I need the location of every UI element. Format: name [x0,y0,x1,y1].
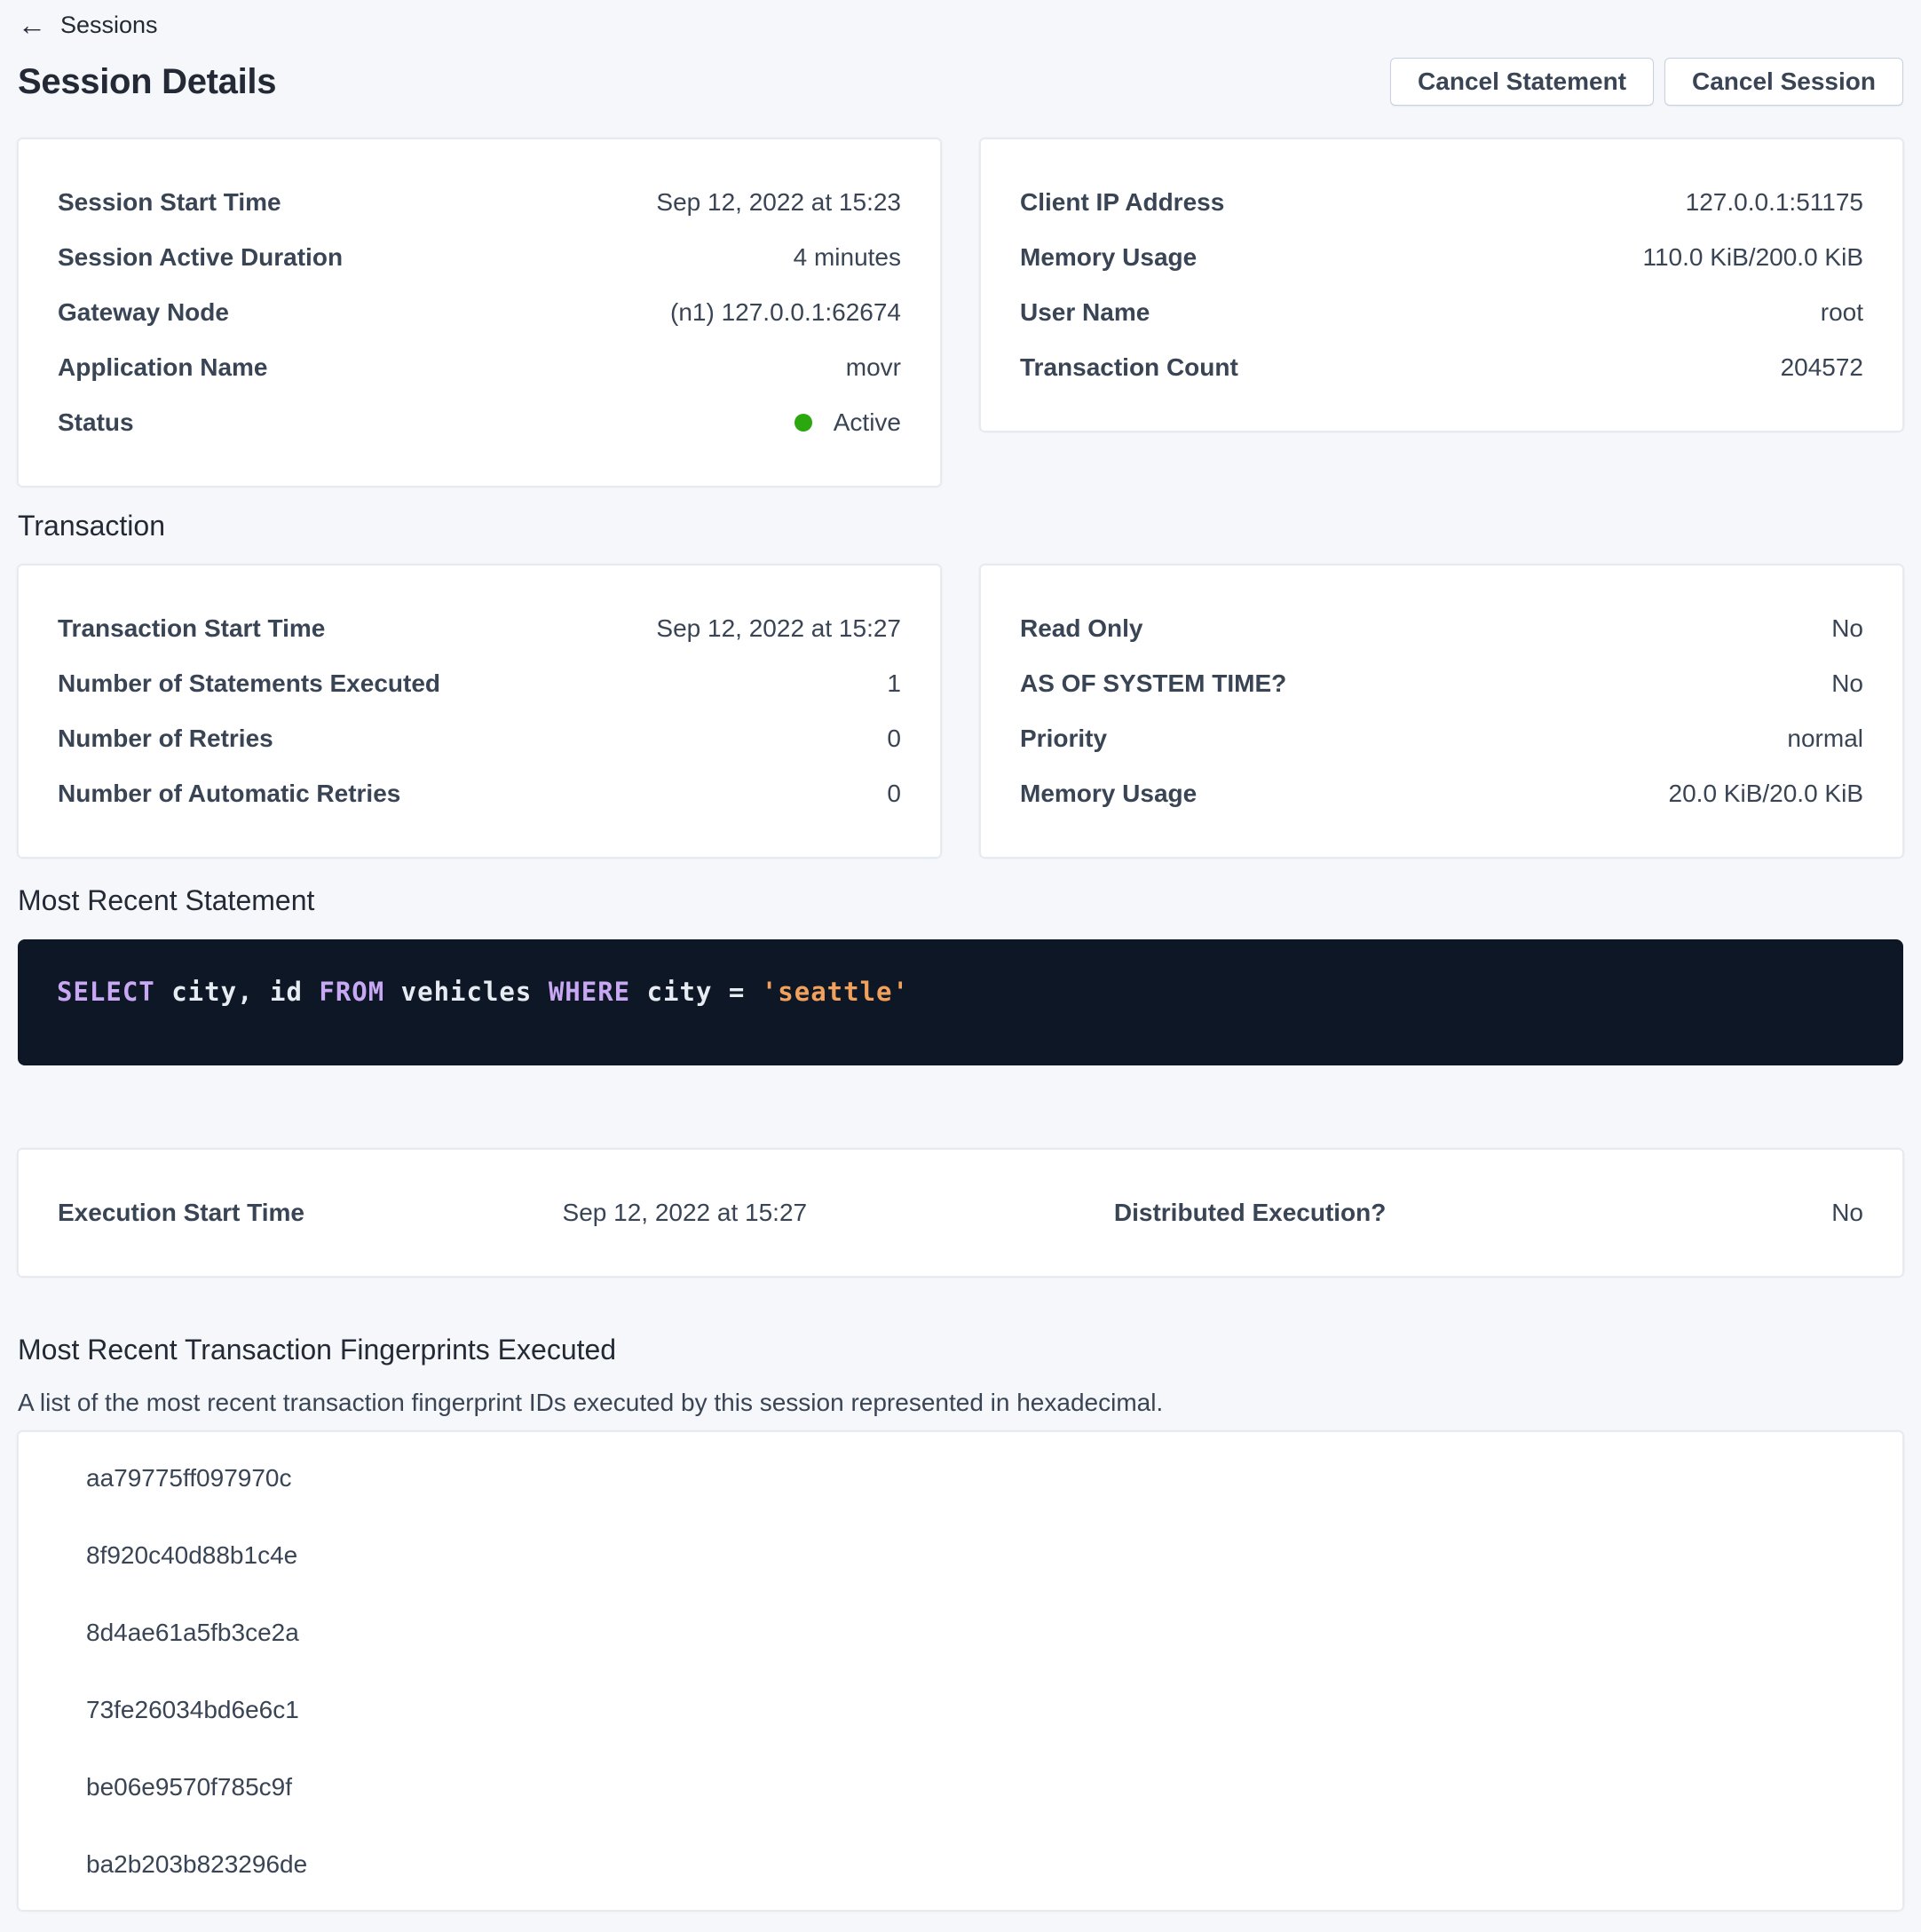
field-label: Status [58,408,134,437]
transaction-info-card-right: Read Only No AS OF SYSTEM TIME? No Prior… [980,565,1903,858]
field-label: Gateway Node [58,298,229,327]
fingerprint-item: ba2b203b823296de [19,1825,1902,1903]
txn-memory-usage-row: Memory Usage 20.0 KiB/20.0 KiB [1020,766,1863,821]
sql-statement-box: SELECT city, id FROM vehicles WHERE city… [18,939,1903,1065]
session-info-card-left: Session Start Time Sep 12, 2022 at 15:23… [18,139,941,487]
sql-string-literal: 'seattle' [762,977,909,1007]
fingerprint-item: aa79775ff097970c [19,1439,1902,1516]
field-label: Memory Usage [1020,780,1197,808]
page-title: Session Details [18,62,276,102]
field-label: Session Active Duration [58,243,343,272]
cancel-session-button[interactable]: Cancel Session [1664,58,1903,106]
field-value: 0 [887,780,901,808]
transaction-summary-row: Transaction Start Time Sep 12, 2022 at 1… [18,565,1903,858]
breadcrumb-back-sessions[interactable]: ← Sessions [18,0,158,41]
session-active-duration-row: Session Active Duration 4 minutes [58,230,901,285]
transaction-count-row: Transaction Count 204572 [1020,340,1863,395]
fingerprint-item: 8d4ae61a5fb3ce2a [19,1594,1902,1671]
header-actions: Cancel Statement Cancel Session [1390,58,1903,106]
fingerprints-card: aa79775ff097970c 8f920c40d88b1c4e 8d4ae6… [18,1431,1903,1911]
session-details-page: ← Sessions Session Details Cancel Statem… [0,0,1921,1911]
retries-row: Number of Retries 0 [58,711,901,766]
transaction-section-title: Transaction [18,508,1903,543]
field-value: 20.0 KiB/20.0 KiB [1669,780,1863,808]
field-value: 110.0 KiB/200.0 KiB [1642,243,1863,272]
sql-text: city, id [155,977,320,1007]
fingerprints-description: A list of the most recent transaction fi… [18,1387,1903,1419]
client-ip-row: Client IP Address 127.0.0.1:51175 [1020,175,1863,230]
field-value: Sep 12, 2022 at 15:27 [563,1199,808,1227]
field-label: Priority [1020,724,1107,753]
field-value: 204572 [1781,353,1863,382]
field-label: Distributed Execution? [1114,1199,1386,1227]
most-recent-statement-title: Most Recent Statement [18,883,1903,918]
field-label: Read Only [1020,614,1142,643]
field-value: root [1821,298,1863,327]
field-value: Sep 12, 2022 at 15:27 [656,614,901,643]
field-value: 127.0.0.1:51175 [1686,188,1863,217]
field-value: No [1831,1199,1863,1227]
gateway-node-link[interactable]: (n1) 127.0.0.1:62674 [670,298,901,327]
sql-text: vehicles [384,977,549,1007]
read-only-row: Read Only No [1020,601,1863,656]
field-value: normal [1787,724,1863,753]
sql-keyword: WHERE [549,977,630,1007]
fingerprint-item: be06e9570f785c9f [19,1748,1902,1825]
priority-row: Priority normal [1020,711,1863,766]
field-label: Memory Usage [1020,243,1197,272]
field-value: Sep 12, 2022 at 15:23 [656,188,901,217]
distributed-execution-row: Distributed Execution? No [1114,1185,1863,1240]
field-label: Transaction Start Time [58,614,325,643]
breadcrumb-label: Sessions [60,9,158,41]
memory-usage-row: Memory Usage 110.0 KiB/200.0 KiB [1020,230,1863,285]
execution-start-time-row: Execution Start Time Sep 12, 2022 at 15:… [58,1185,807,1240]
field-value: No [1831,614,1863,643]
back-arrow-icon: ← [18,9,46,41]
field-label: Number of Statements Executed [58,669,440,698]
field-value: 0 [887,724,901,753]
field-label: Number of Retries [58,724,273,753]
field-value: 4 minutes [794,243,901,272]
status-value: Active [834,408,901,437]
execution-info-card: Execution Start Time Sep 12, 2022 at 15:… [18,1149,1903,1277]
status-badge: Active [794,408,901,437]
session-summary-row: Session Start Time Sep 12, 2022 at 15:23… [18,139,1903,487]
field-value: No [1831,669,1863,698]
session-info-card-right: Client IP Address 127.0.0.1:51175 Memory… [980,139,1903,432]
sql-keyword: SELECT [57,977,155,1007]
session-start-time-row: Session Start Time Sep 12, 2022 at 15:23 [58,175,901,230]
field-label: Number of Automatic Retries [58,780,400,808]
field-label: User Name [1020,298,1150,327]
status-active-dot-icon [794,414,812,432]
transaction-start-time-row: Transaction Start Time Sep 12, 2022 at 1… [58,601,901,656]
automatic-retries-row: Number of Automatic Retries 0 [58,766,901,821]
field-label: Session Start Time [58,188,281,217]
field-label: Transaction Count [1020,353,1238,382]
field-label: Client IP Address [1020,188,1224,217]
field-value: 1 [887,669,901,698]
sql-keyword: FROM [319,977,384,1007]
field-label: Execution Start Time [58,1199,304,1227]
page-header: Session Details Cancel Statement Cancel … [18,57,1903,107]
as-of-system-time-row: AS OF SYSTEM TIME? No [1020,656,1863,711]
cancel-statement-button[interactable]: Cancel Statement [1390,58,1654,106]
status-row: Status Active [58,395,901,450]
field-value: movr [846,353,901,382]
fingerprint-item: 8f920c40d88b1c4e [19,1516,1902,1594]
fingerprints-section-title: Most Recent Transaction Fingerprints Exe… [18,1332,1903,1367]
fingerprint-item: 73fe26034bd6e6c1 [19,1671,1902,1748]
gateway-node-row: Gateway Node (n1) 127.0.0.1:62674 [58,285,901,340]
field-label: AS OF SYSTEM TIME? [1020,669,1286,698]
transaction-info-card-left: Transaction Start Time Sep 12, 2022 at 1… [18,565,941,858]
application-name-row: Application Name movr [58,340,901,395]
field-label: Application Name [58,353,267,382]
user-name-row: User Name root [1020,285,1863,340]
statements-executed-row: Number of Statements Executed 1 [58,656,901,711]
sql-text: city = [630,977,762,1007]
